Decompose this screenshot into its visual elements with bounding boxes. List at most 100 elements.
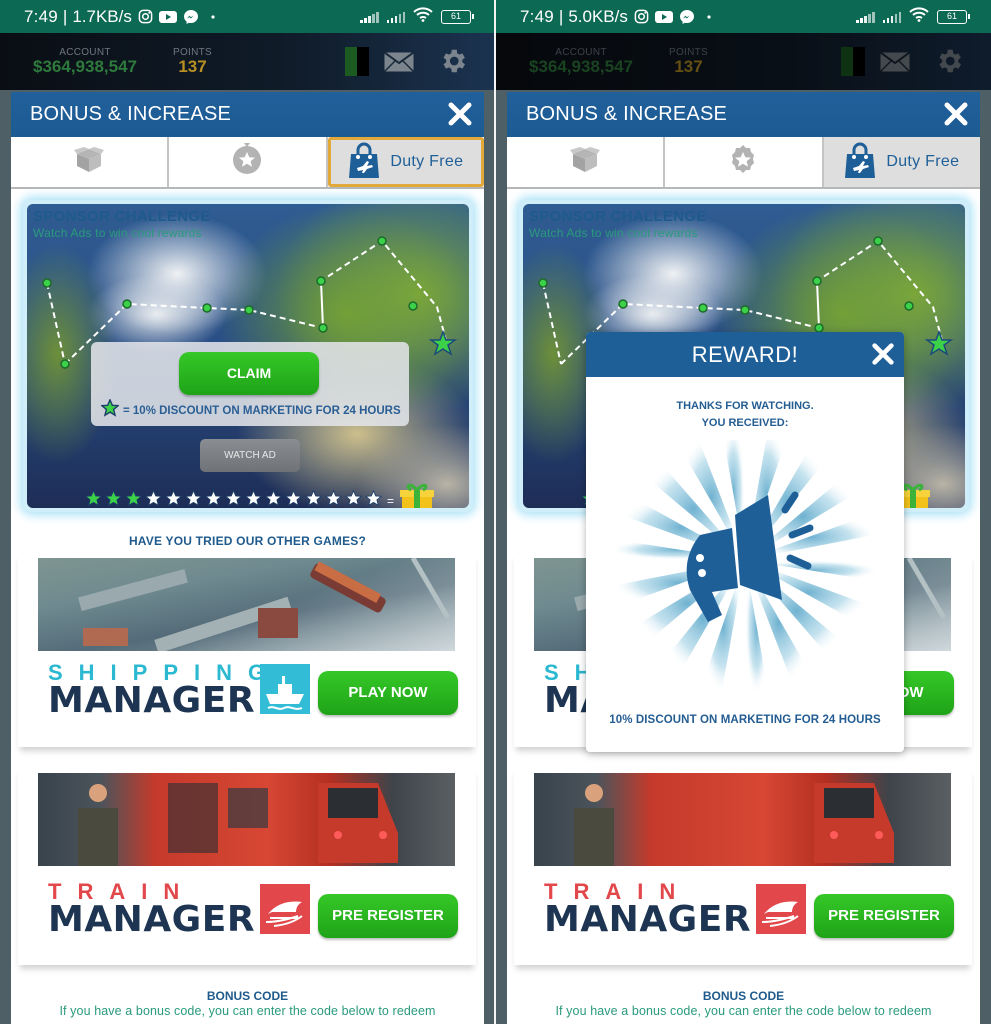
- train-illustration: [574, 783, 894, 866]
- reward-description: 10% DISCOUNT ON MARKETING FOR 24 HOURS: [609, 714, 881, 726]
- sponsor-subtitle: Watch Ads to win cool rewards: [529, 226, 698, 240]
- star-progress: =: [84, 481, 435, 509]
- youtube-icon: [654, 10, 673, 24]
- train-manager-card: TRAIN MANAGER PRE REGISTER: [514, 767, 972, 965]
- settings-gear-icon[interactable]: [934, 46, 964, 81]
- wifi-icon: [909, 6, 929, 27]
- signal-icon: [386, 11, 405, 23]
- tab-bar: Duty Free: [507, 137, 980, 189]
- reward-info: = 10% DISCOUNT ON MARKETING FOR 24 HOURS: [100, 398, 401, 422]
- logo-bottom-text: MANAGER: [48, 680, 256, 721]
- watch-ad-button[interactable]: WATCH AD: [200, 439, 300, 472]
- status-net-speed: 5.0KB/s: [568, 6, 628, 26]
- megaphone-icon: [610, 425, 880, 695]
- star-empty-icon: [364, 489, 383, 509]
- star-empty-icon: [164, 489, 183, 509]
- star-empty-icon: [144, 489, 163, 509]
- instagram-icon: [138, 9, 153, 24]
- tab-duty-free[interactable]: Duty Free: [823, 137, 980, 187]
- bonus-code-title: BONUS CODE: [206, 989, 289, 1003]
- close-icon[interactable]: [446, 100, 474, 128]
- shipping-manager-banner[interactable]: [38, 558, 455, 651]
- tab-duty-free[interactable]: Duty Free: [327, 137, 484, 187]
- close-icon[interactable]: [942, 100, 970, 128]
- bonus-code-text: If you have a bonus code, you can enter …: [555, 1004, 932, 1018]
- gift-box-icon: [74, 145, 105, 180]
- reward-message-line1: THANKS FOR WATCHING.: [676, 400, 814, 412]
- sponsor-map: SPONSOR CHALLENGE Watch Ads to win cool …: [27, 204, 469, 508]
- close-icon[interactable]: [870, 341, 896, 367]
- tab-gifts[interactable]: [11, 137, 170, 187]
- train-manager-banner[interactable]: [534, 773, 951, 866]
- train-manager-banner[interactable]: [38, 773, 455, 866]
- sponsor-title: SPONSOR CHALLENGE: [529, 208, 707, 225]
- logo-bottom-text: MANAGER: [48, 899, 256, 940]
- status-time: 7:49: [520, 6, 554, 26]
- train-icon: [260, 884, 310, 934]
- modal-title: BONUS & INCREASE: [526, 103, 728, 125]
- modal-title: BONUS & INCREASE: [30, 103, 232, 125]
- reward-title: REWARD!: [586, 332, 904, 377]
- points-value: 137: [674, 57, 703, 76]
- train-manager-logo: TRAIN MANAGER: [544, 879, 751, 940]
- game-header: ACCOUNT $364,938,547 POINTS 137: [496, 33, 991, 90]
- logo-bottom-text: MANAGER: [544, 899, 752, 940]
- status-net-speed: 1.7KB/s: [72, 6, 132, 26]
- tab-duty-free-label: Duty Free: [886, 153, 960, 170]
- status-bar: 7:49 | 5.0KB/s 61: [496, 0, 991, 33]
- claim-button[interactable]: CLAIM: [179, 352, 319, 395]
- star-earned-icon: [104, 489, 123, 509]
- sponsor-subtitle: Watch Ads to win cool rewards: [33, 226, 202, 240]
- points: POINTS 137: [173, 47, 212, 77]
- duty-free-bag-icon: [348, 142, 380, 183]
- messenger-icon: [679, 9, 695, 25]
- account-value: $364,938,547: [529, 57, 633, 76]
- reward-message-line2: YOU RECEIVED:: [701, 417, 789, 429]
- mail-icon[interactable]: [383, 51, 415, 77]
- other-games-title: HAVE YOU TRIED OUR OTHER GAMES?: [128, 534, 367, 548]
- wifi-icon: [413, 6, 433, 27]
- modal-header: BONUS & INCREASE: [507, 92, 980, 137]
- points-value: 137: [178, 57, 207, 76]
- phone-screen-after: 7:49 | 5.0KB/s 61 ACCOUNT $364,938,547 P…: [496, 0, 991, 1024]
- star-empty-icon: [264, 489, 283, 509]
- train-icon: [756, 884, 806, 934]
- shipping-manager-logo: SHIPPING MANAGER: [48, 660, 281, 721]
- shipping-manager-card: SHIPPING MANAGER PLAY NOW: [18, 552, 476, 747]
- train-illustration: [78, 783, 398, 866]
- mail-icon[interactable]: [879, 51, 911, 77]
- train-manager-logo: TRAIN MANAGER: [48, 879, 255, 940]
- settings-gear-icon[interactable]: [438, 46, 468, 81]
- company-flag-icon[interactable]: [345, 47, 369, 76]
- stars-equals: =: [387, 493, 395, 508]
- reward-popup: REWARD! THANKS FOR WATCHING. YOU RECEIVE…: [586, 332, 904, 752]
- messenger-icon: [183, 9, 199, 25]
- reward-info-text: = 10% DISCOUNT ON MARKETING FOR 24 HOURS: [123, 404, 401, 417]
- reward-art: [610, 425, 880, 700]
- instagram-icon: [634, 9, 649, 24]
- tab-achievements[interactable]: [665, 137, 824, 187]
- battery-icon: 61: [937, 9, 970, 24]
- company-flag-icon[interactable]: [841, 47, 865, 76]
- train-manager-card: TRAIN MANAGER PRE REGISTER: [18, 767, 476, 965]
- star-badge-icon: [725, 142, 761, 183]
- phone-screen-before: 7:49 | 1.7KB/s 61 ACCOUNT $364,938,547 P…: [0, 0, 495, 1024]
- port-illustration: [78, 558, 451, 651]
- tab-bar: Duty Free: [11, 137, 484, 189]
- status-time: 7:49: [24, 6, 58, 26]
- tab-gifts[interactable]: [507, 137, 666, 187]
- account-balance: ACCOUNT $364,938,547: [33, 47, 137, 77]
- sponsor-title: SPONSOR CHALLENGE: [33, 208, 211, 225]
- ship-icon: [260, 664, 310, 714]
- star-empty-icon: [244, 489, 263, 509]
- bonus-code-title: BONUS CODE: [702, 989, 785, 1003]
- play-now-button[interactable]: PLAY NOW: [318, 671, 458, 715]
- account-value: $364,938,547: [33, 57, 137, 76]
- sponsor-challenge-card: SPONSOR CHALLENGE Watch Ads to win cool …: [23, 200, 473, 512]
- star-badge-icon: [229, 142, 265, 183]
- tab-achievements[interactable]: [169, 137, 328, 187]
- pre-register-button[interactable]: PRE REGISTER: [814, 894, 954, 938]
- pre-register-button[interactable]: PRE REGISTER: [318, 894, 458, 938]
- star-empty-icon: [344, 489, 363, 509]
- bonus-modal: BONUS & INCREASE Duty Free SPONSOR CHALL…: [11, 92, 484, 1024]
